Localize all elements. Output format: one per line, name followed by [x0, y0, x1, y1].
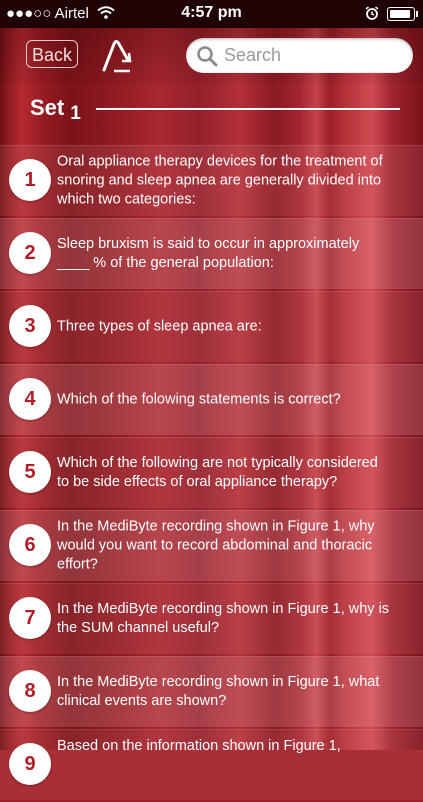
- question-number-badge: 5: [9, 451, 51, 493]
- question-text: Which of the following are not typically…: [57, 454, 378, 490]
- question-text: In the MediByte recording shown in Figur…: [57, 518, 375, 572]
- question-row-3[interactable]: 3 Three types of sleep apnea are:: [0, 291, 423, 362]
- question-number-badge: 6: [9, 524, 51, 566]
- question-number-badge: 1: [9, 159, 51, 201]
- question-row-9[interactable]: 9 Based on the information shown in Figu…: [0, 729, 423, 800]
- set-divider: [96, 108, 400, 110]
- question-text: Oral appliance therapy devices for the t…: [57, 153, 383, 207]
- question-number-badge: 4: [9, 378, 51, 420]
- question-list: 1 Oral appliance therapy devices for the…: [0, 145, 423, 802]
- question-row-6[interactable]: 6 In the MediByte recording shown in Fig…: [0, 510, 423, 581]
- search-field[interactable]: Search: [186, 38, 413, 73]
- clock: 4:57 pm: [181, 4, 242, 21]
- question-number-badge: 3: [9, 305, 51, 347]
- question-row-2[interactable]: 2 Sleep bruxism is said to occur in appr…: [0, 218, 423, 289]
- question-text: Three types of sleep apnea are:: [57, 318, 262, 334]
- question-row-4[interactable]: 4 Which of the folowing statements is co…: [0, 364, 423, 435]
- nav-bar: Back Search: [0, 28, 423, 83]
- question-number-badge: 9: [9, 743, 51, 785]
- question-text: In the MediByte recording shown in Figur…: [57, 600, 390, 636]
- set-heading: Set 1: [30, 95, 81, 124]
- status-bar: ●●●○○ Airtel 4:57 pm: [0, 0, 423, 28]
- status-right: [365, 5, 418, 22]
- question-text: In the MediByte recording shown in Figur…: [57, 673, 380, 709]
- question-number-badge: 7: [9, 597, 51, 639]
- search-placeholder: Search: [224, 45, 282, 65]
- question-text: Which of the folowing statements is corr…: [57, 391, 341, 407]
- question-text: Sleep bruxism is said to occur in approx…: [57, 235, 360, 271]
- app-logo-icon[interactable]: [100, 34, 136, 74]
- back-button[interactable]: Back: [26, 40, 78, 68]
- set-label: Set: [30, 95, 65, 120]
- question-row-5[interactable]: 5 Which of the following are not typical…: [0, 437, 423, 508]
- question-number-badge: 8: [9, 670, 51, 712]
- search-icon: [197, 46, 218, 67]
- set-number: 1: [70, 103, 81, 124]
- question-row-7[interactable]: 7 In the MediByte recording shown in Fig…: [0, 583, 423, 654]
- battery-icon: [387, 7, 418, 22]
- question-row-1[interactable]: 1 Oral appliance therapy devices for the…: [0, 145, 423, 216]
- question-text: Based on the information shown in Figure…: [57, 738, 341, 754]
- question-row-8[interactable]: 8 In the MediByte recording shown in Fig…: [0, 656, 423, 727]
- alarm-icon: [365, 6, 379, 20]
- question-number-badge: 2: [9, 232, 51, 274]
